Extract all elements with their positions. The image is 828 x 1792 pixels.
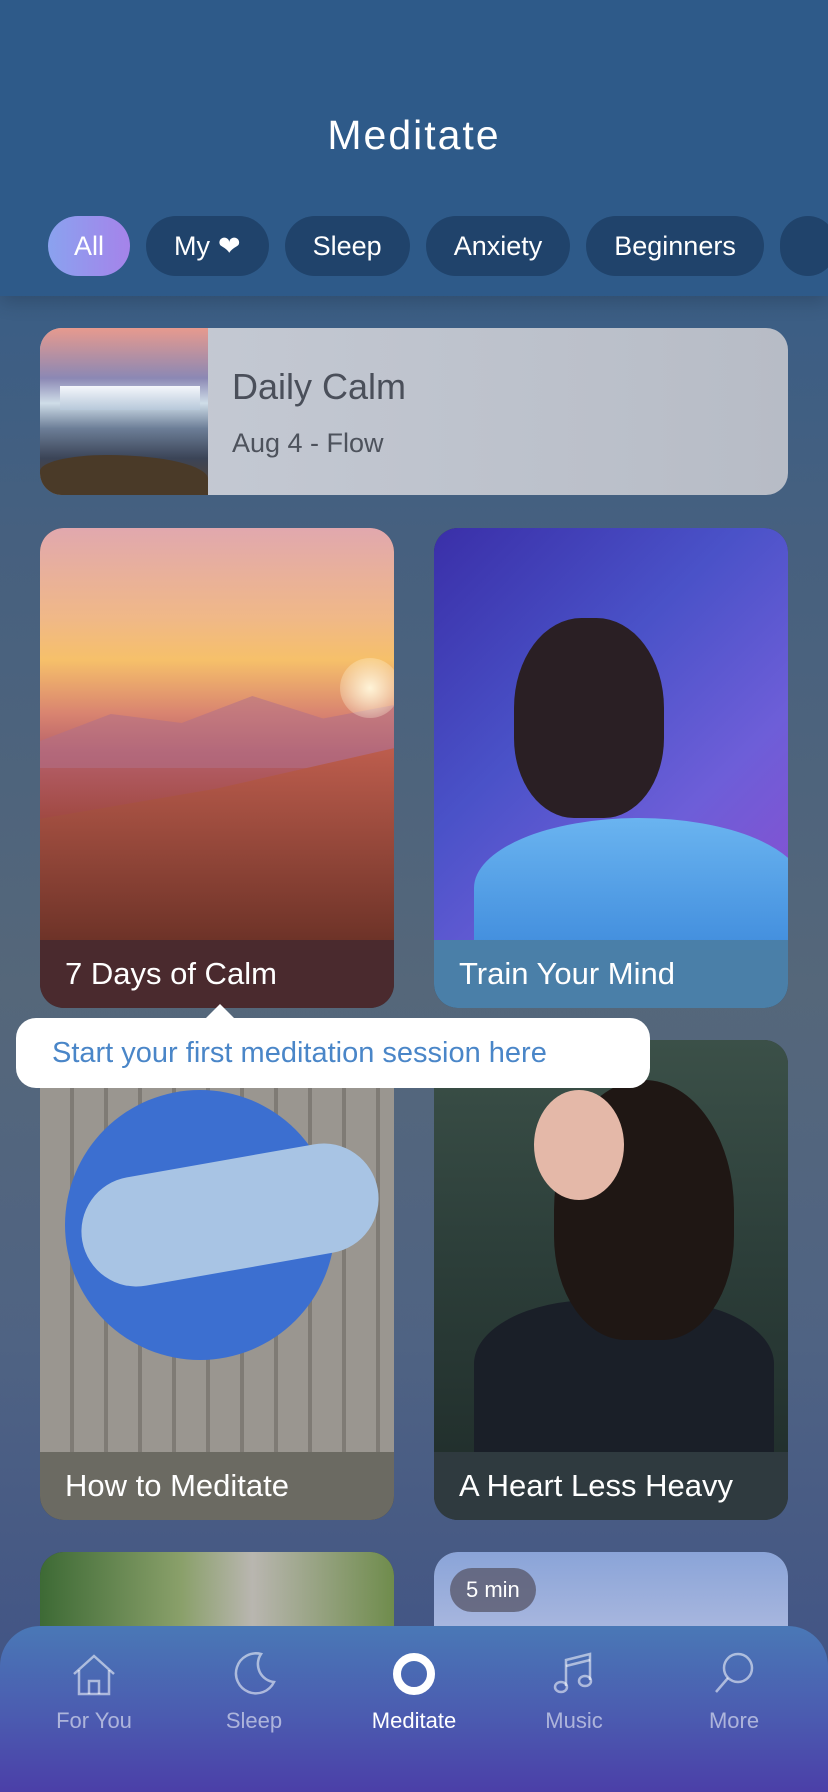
filter-chip-label: All xyxy=(74,230,105,261)
filter-chip-label: My xyxy=(174,230,211,261)
card-image xyxy=(434,1040,788,1460)
daily-calm-title: Daily Calm xyxy=(232,366,407,407)
card-title: 7 Days of Calm xyxy=(40,940,394,1008)
home-icon xyxy=(73,1654,115,1696)
tab-label: More xyxy=(708,1708,760,1733)
program-card-7-days-of-calm[interactable]: 7 Days of Calm xyxy=(40,528,394,1008)
tab-meditate[interactable]: Meditate xyxy=(339,1638,489,1792)
card-title: A Heart Less Heavy xyxy=(434,1452,788,1520)
daily-calm-card[interactable]: Daily Calm Aug 4 - Flow xyxy=(40,328,788,495)
ring-icon xyxy=(393,1653,435,1695)
filter-chip-all[interactable]: All xyxy=(48,216,131,276)
filter-chip-label: Sleep xyxy=(312,230,382,261)
program-card-a-heart-less-heavy[interactable]: A Heart Less Heavy xyxy=(434,1040,788,1520)
onboarding-tooltip[interactable]: Start your first meditation session here xyxy=(16,1018,650,1088)
moon-icon xyxy=(234,1652,276,1695)
filter-chip-beginners[interactable]: Beginners xyxy=(586,216,764,276)
tab-sleep[interactable]: Sleep xyxy=(179,1638,329,1792)
tab-label: Sleep xyxy=(225,1708,283,1733)
card-title: Train Your Mind xyxy=(434,940,788,1008)
heart-icon: ❤ xyxy=(218,230,241,261)
filter-chip-label: Beginners xyxy=(614,230,736,261)
program-card-how-to-meditate[interactable]: How to Meditate xyxy=(40,1040,394,1520)
daily-calm-subtitle: Aug 4 - Flow xyxy=(232,428,384,458)
tab-label: Music xyxy=(545,1708,603,1733)
filter-chip-label: Anxiety xyxy=(453,230,543,261)
filter-chip-my-favorites[interactable]: My ❤ xyxy=(146,216,269,276)
filter-chip-anxiety[interactable]: Anxiety xyxy=(425,216,571,276)
tab-label: Meditate xyxy=(371,1708,457,1733)
daily-calm-thumbnail xyxy=(40,328,208,495)
filter-chip-more[interactable] xyxy=(779,216,828,276)
program-card-train-your-mind[interactable]: Train Your Mind xyxy=(434,528,788,1008)
page-title: Meditate xyxy=(327,112,501,158)
search-icon xyxy=(715,1652,754,1693)
tab-bar: For You Sleep Meditate Music More xyxy=(0,1626,828,1792)
music-note-icon xyxy=(553,1652,593,1694)
tab-music[interactable]: Music xyxy=(499,1638,649,1792)
filter-chip-sleep[interactable]: Sleep xyxy=(284,216,410,276)
duration-badge: 5 min xyxy=(450,1568,536,1612)
filter-chips: All My ❤ Sleep Anxiety Beginners xyxy=(48,216,828,276)
card-image xyxy=(434,528,788,958)
card-image xyxy=(40,1040,394,1452)
tab-more[interactable]: More xyxy=(659,1638,809,1792)
card-title: How to Meditate xyxy=(40,1452,394,1520)
tab-for-you[interactable]: For You xyxy=(19,1638,169,1792)
card-image xyxy=(40,528,394,940)
header: Meditate All My ❤ Sleep Anxiety Beginners xyxy=(0,0,828,296)
tab-label: For You xyxy=(56,1708,132,1733)
